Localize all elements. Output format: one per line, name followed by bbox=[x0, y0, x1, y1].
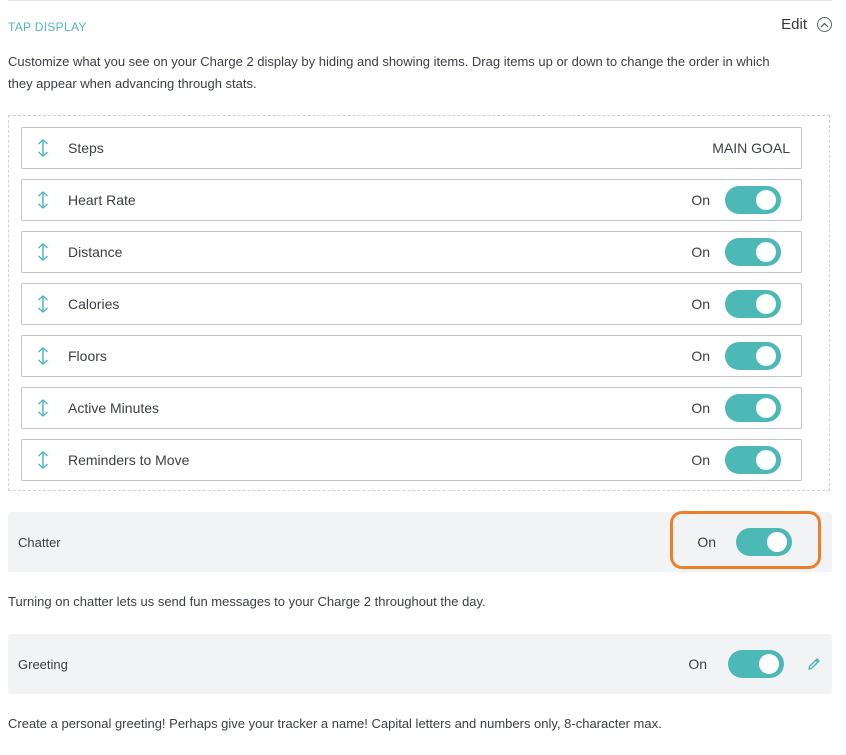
status-label: On bbox=[691, 400, 710, 416]
floors-toggle[interactable] bbox=[725, 342, 781, 370]
greeting-description: Create a personal greeting! Perhaps give… bbox=[8, 716, 662, 731]
description-line: they appear when advancing through stats… bbox=[8, 76, 257, 91]
toggle-knob bbox=[756, 190, 776, 210]
item-label: Distance bbox=[68, 244, 123, 260]
chevron-up-icon[interactable] bbox=[817, 17, 832, 32]
chatter-toggle[interactable] bbox=[736, 528, 792, 556]
edit-label[interactable]: Edit bbox=[781, 16, 807, 33]
toggle-knob bbox=[756, 242, 776, 262]
item-label: Calories bbox=[68, 296, 120, 312]
active-minutes-toggle[interactable] bbox=[725, 394, 781, 422]
greeting-status-label: On bbox=[688, 656, 707, 672]
top-divider bbox=[8, 0, 832, 1]
greeting-setting: Greeting On bbox=[8, 634, 832, 694]
reminders-to-move-toggle[interactable] bbox=[725, 446, 781, 474]
list-item-active-minutes[interactable]: Active Minutes On bbox=[21, 387, 802, 429]
drag-handle-icon[interactable] bbox=[32, 398, 54, 418]
toggle-knob bbox=[756, 450, 776, 470]
item-label: Steps bbox=[68, 140, 104, 156]
edit-pencil-icon[interactable] bbox=[804, 654, 824, 674]
section-title: TAP DISPLAY bbox=[8, 20, 87, 34]
drag-handle-icon[interactable] bbox=[32, 190, 54, 210]
heart-rate-toggle[interactable] bbox=[725, 186, 781, 214]
toggle-knob bbox=[756, 294, 776, 314]
item-label: Active Minutes bbox=[68, 400, 160, 416]
toggle-knob bbox=[767, 532, 787, 552]
drag-handle-icon[interactable] bbox=[32, 346, 54, 366]
item-label: Heart Rate bbox=[68, 192, 136, 208]
list-item-distance[interactable]: Distance On bbox=[21, 231, 802, 273]
distance-toggle[interactable] bbox=[725, 238, 781, 266]
status-label: On bbox=[691, 348, 710, 364]
description-line: Customize what you see on your Charge 2 … bbox=[8, 54, 770, 69]
item-label: Reminders to Move bbox=[68, 452, 190, 468]
drag-handle-icon[interactable] bbox=[32, 450, 54, 470]
edit-toggle[interactable]: Edit bbox=[781, 16, 832, 33]
drag-handle-icon[interactable] bbox=[32, 242, 54, 262]
chatter-setting: Chatter On bbox=[8, 512, 832, 572]
drag-handle-icon[interactable] bbox=[32, 294, 54, 314]
toggle-knob bbox=[759, 654, 779, 674]
main-goal-label: MAIN GOAL bbox=[712, 140, 790, 156]
greeting-label: Greeting bbox=[18, 656, 68, 672]
toggle-knob bbox=[756, 398, 776, 418]
list-item-heart-rate[interactable]: Heart Rate On bbox=[21, 179, 802, 221]
status-label: On bbox=[691, 296, 710, 312]
chatter-status-label: On bbox=[697, 534, 716, 550]
list-item-steps[interactable]: Steps MAIN GOAL bbox=[21, 127, 802, 169]
calories-toggle[interactable] bbox=[725, 290, 781, 318]
list-item-reminders-to-move[interactable]: Reminders to Move On bbox=[21, 439, 802, 481]
greeting-toggle[interactable] bbox=[728, 650, 784, 678]
toggle-knob bbox=[756, 346, 776, 366]
chatter-description: Turning on chatter lets us send fun mess… bbox=[8, 594, 486, 609]
chatter-label: Chatter bbox=[18, 534, 61, 550]
status-label: On bbox=[691, 452, 710, 468]
drag-handle-icon[interactable] bbox=[32, 138, 54, 158]
item-label: Floors bbox=[68, 348, 107, 364]
tap-display-description: Customize what you see on your Charge 2 … bbox=[8, 51, 832, 95]
list-item-floors[interactable]: Floors On bbox=[21, 335, 802, 377]
status-label: On bbox=[691, 192, 710, 208]
list-item-calories[interactable]: Calories On bbox=[21, 283, 802, 325]
status-label: On bbox=[691, 244, 710, 260]
